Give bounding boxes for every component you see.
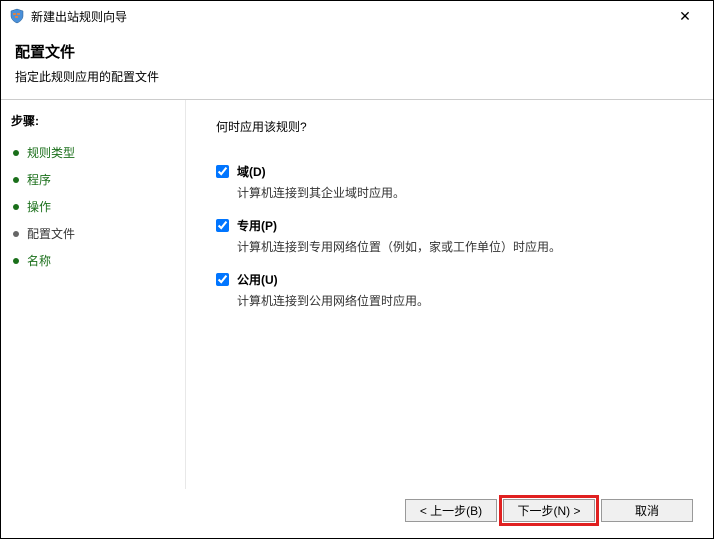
private-label: 专用(P) (237, 217, 277, 234)
page-title: 配置文件 (15, 41, 699, 62)
private-checkbox[interactable] (216, 219, 229, 232)
step-profile[interactable]: 配置文件 (11, 220, 175, 247)
next-button[interactable]: 下一步(N) > (503, 499, 595, 522)
bullet-icon (13, 231, 19, 237)
close-icon: ✕ (679, 8, 691, 25)
page-description: 指定此规则应用的配置文件 (15, 68, 699, 85)
private-desc: 计算机连接到专用网络位置（例如，家或工作单位）时应用。 (237, 238, 683, 255)
public-desc: 计算机连接到公用网络位置时应用。 (237, 292, 683, 309)
wizard-footer: < 上一步(B) 下一步(N) > 取消 (1, 489, 713, 538)
bullet-icon (13, 204, 19, 210)
private-option-row: 专用(P) (216, 217, 683, 234)
step-label: 操作 (27, 198, 51, 215)
bullet-icon (13, 150, 19, 156)
public-label: 公用(U) (237, 271, 278, 288)
wizard-content: 何时应用该规则? 域(D) 计算机连接到其企业域时应用。 专用(P) 计算机连接… (186, 100, 713, 489)
domain-label: 域(D) (237, 163, 266, 180)
public-checkbox[interactable] (216, 273, 229, 286)
titlebar: 新建出站规则向导 ✕ (1, 1, 713, 31)
step-name[interactable]: 名称 (11, 247, 175, 274)
step-action[interactable]: 操作 (11, 193, 175, 220)
step-rule-type[interactable]: 规则类型 (11, 139, 175, 166)
wizard-body: 步骤: 规则类型 程序 操作 配置文件 名称 何时应用该规则? 域(D) 计算机… (1, 100, 713, 489)
public-option-row: 公用(U) (216, 271, 683, 288)
step-label: 配置文件 (27, 225, 75, 242)
step-label: 规则类型 (27, 144, 75, 161)
step-label: 程序 (27, 171, 51, 188)
back-button[interactable]: < 上一步(B) (405, 499, 497, 522)
wizard-header: 配置文件 指定此规则应用的配置文件 (1, 31, 713, 100)
domain-desc: 计算机连接到其企业域时应用。 (237, 184, 683, 201)
step-program[interactable]: 程序 (11, 166, 175, 193)
close-button[interactable]: ✕ (665, 4, 705, 28)
bullet-icon (13, 177, 19, 183)
bullet-icon (13, 258, 19, 264)
window-title: 新建出站规则向导 (31, 8, 665, 25)
cancel-button[interactable]: 取消 (601, 499, 693, 522)
content-prompt: 何时应用该规则? (216, 118, 683, 135)
domain-option-row: 域(D) (216, 163, 683, 180)
steps-sidebar: 步骤: 规则类型 程序 操作 配置文件 名称 (1, 100, 186, 489)
step-label: 名称 (27, 252, 51, 269)
steps-heading: 步骤: (11, 112, 175, 129)
firewall-icon (9, 8, 25, 24)
domain-checkbox[interactable] (216, 165, 229, 178)
